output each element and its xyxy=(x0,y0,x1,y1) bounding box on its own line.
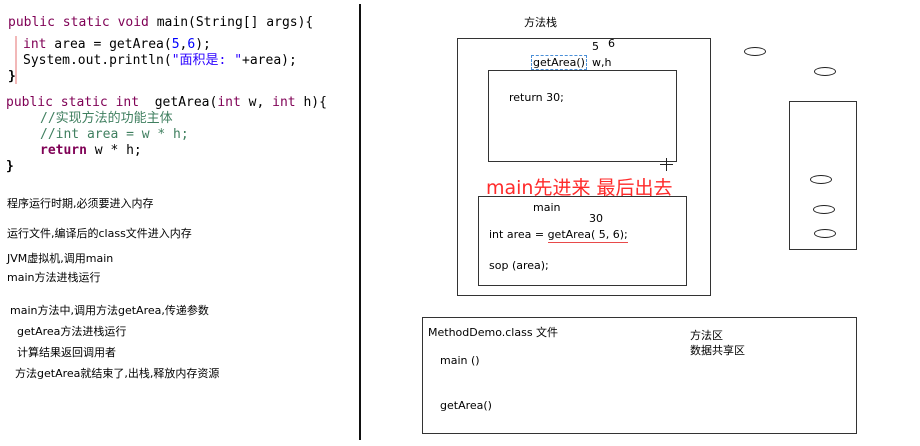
method-area-getarea: getArea() xyxy=(440,399,492,412)
note-line: 方法getArea就结束了,出栈,释放内存资源 xyxy=(15,367,220,380)
arg-value-5: 5 xyxy=(592,40,599,53)
code-keyword: int xyxy=(23,37,47,52)
code-keyword: int xyxy=(217,95,241,110)
crosshair-cursor-icon xyxy=(666,158,667,171)
code-keyword: return xyxy=(40,143,87,158)
note-line: JVM虚拟机,调用main xyxy=(7,252,114,265)
method-area-title: 方法区 xyxy=(690,329,723,342)
return-value: 30 xyxy=(589,212,603,225)
main-call-method: getArea( 5, 6); xyxy=(547,228,628,243)
code-line-print: System.out.println("面积是: "+area); xyxy=(23,53,297,69)
method-area-main: main () xyxy=(440,354,480,367)
code-text: area = getArea( xyxy=(46,37,172,52)
code-return-line: return w * h; xyxy=(40,143,142,159)
code-text: w * h; xyxy=(86,143,142,158)
code-keyword: int xyxy=(272,95,296,110)
arg-value-6: 6 xyxy=(608,37,615,50)
code-method-name: getArea xyxy=(154,95,210,110)
getarea-frame-label: getArea() xyxy=(531,55,587,70)
code-comment-2: //int area = w * h; xyxy=(40,127,189,142)
note-line: 程序运行时期,必须要进入内存 xyxy=(7,197,154,210)
code-text: ); xyxy=(195,37,211,52)
main-call-assign: int area = xyxy=(489,228,548,241)
getarea-frame xyxy=(488,70,677,162)
sop-line: sop (area); xyxy=(489,259,549,272)
code-keyword: public static int xyxy=(6,95,155,110)
note-line: getArea方法进栈运行 xyxy=(17,325,127,338)
code-text: System.out.println( xyxy=(23,53,172,68)
heap-oval xyxy=(814,67,836,76)
code-text: h){ xyxy=(295,95,327,110)
heap-oval xyxy=(813,205,835,214)
main-call-line: int area = getArea( 5, 6); xyxy=(489,228,628,243)
shared-data-area-label: 数据共享区 xyxy=(690,344,745,357)
code-number: 5 xyxy=(171,37,180,52)
vertical-divider xyxy=(359,4,361,440)
code-getarea-signature: public static int getArea(int w, int h){ xyxy=(6,95,327,111)
heap-oval xyxy=(814,229,836,238)
main-frame-label: main xyxy=(533,201,561,214)
return-statement: return 30; xyxy=(509,91,564,104)
note-line: 计算结果返回调用者 xyxy=(17,346,116,359)
code-main-signature: public static void main(String[] args){ xyxy=(8,15,313,31)
code-line-area: int area = getArea(5,6); xyxy=(23,37,211,53)
code-keyword: public static void xyxy=(8,15,157,30)
code-method-name: main xyxy=(156,15,189,30)
note-line: 运行文件,编译后的class文件进入内存 xyxy=(7,227,192,240)
code-text: w, xyxy=(240,95,273,110)
code-comment-1: //实现方法的功能主体 xyxy=(40,111,173,126)
code-text: +area); xyxy=(242,53,297,68)
class-file-label: MethodDemo.class 文件 xyxy=(428,326,559,339)
heap-oval xyxy=(744,47,766,56)
code-params: (String[] args){ xyxy=(188,15,314,30)
note-line: main方法中,调用方法getArea,传递参数 xyxy=(10,304,209,317)
getarea-params-label: w,h xyxy=(592,56,612,69)
code-close-brace: } xyxy=(8,69,16,84)
heap-oval xyxy=(810,175,832,184)
code-close-brace: } xyxy=(6,159,14,174)
stack-title: 方法栈 xyxy=(524,16,557,29)
code-string: "面积是: " xyxy=(171,53,243,68)
note-line: main方法进栈运行 xyxy=(7,271,101,284)
